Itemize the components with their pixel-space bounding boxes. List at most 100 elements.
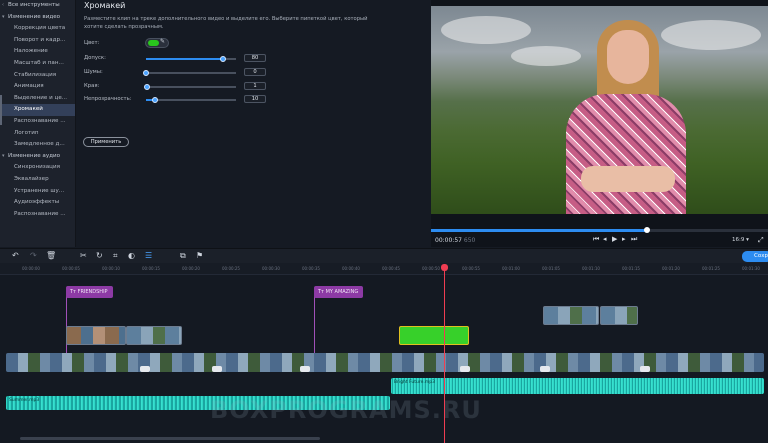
- overlay-clip[interactable]: [126, 326, 182, 345]
- color-picker[interactable]: ✎: [145, 38, 169, 48]
- ruler-tick-label: 00:00:15: [142, 266, 160, 271]
- prev-frame-icon[interactable]: ◂: [603, 235, 607, 243]
- ruler-tick-label: 00:00:25: [222, 266, 240, 271]
- playhead-handle[interactable]: [441, 264, 448, 271]
- tolerance-value[interactable]: 80: [244, 54, 266, 62]
- audio-clip[interactable]: Bright Future.mp3: [391, 378, 764, 394]
- delete-icon[interactable]: 🗑: [46, 251, 56, 261]
- tolerance-knob[interactable]: [219, 56, 226, 62]
- redo-icon[interactable]: ↷: [30, 251, 37, 261]
- noise-knob[interactable]: [143, 70, 149, 76]
- timeline-ruler[interactable]: 00:00:00 00:00:05 00:00:10 00:00:15 00:00:20…: [0, 263, 768, 275]
- sidebar-item-sync[interactable]: Синхронизация: [0, 162, 75, 174]
- transition-marker[interactable]: [540, 366, 550, 372]
- sidebar-item-zoom-pan[interactable]: Масштаб и пан...: [0, 58, 75, 70]
- chroma-key-clip[interactable]: [399, 326, 469, 345]
- video-frame[interactable]: [431, 6, 768, 214]
- title-clip[interactable]: Tт MY AMAZING: [314, 286, 363, 298]
- noise-value[interactable]: 0: [244, 68, 266, 76]
- timeline-toolbar: ↶ ↷ 🗑 ✂ ↻ ⌗ ◐ ☰ ⧉ ⚑ Сохр: [0, 248, 768, 263]
- overlay-clip[interactable]: [600, 306, 638, 325]
- opacity-slider[interactable]: [146, 99, 236, 101]
- export-button[interactable]: Сохр: [742, 251, 768, 262]
- skip-forward-icon[interactable]: ⏭: [631, 235, 637, 244]
- title-clip[interactable]: Tт FRIENDSHIP: [66, 286, 113, 298]
- sidebar-item-audio-effects[interactable]: Аудиоэффекты: [0, 197, 75, 209]
- opacity-label: Непрозрачность:: [84, 96, 132, 102]
- transition-icon[interactable]: ⧉: [180, 251, 186, 261]
- overlay-clip[interactable]: [543, 306, 599, 325]
- opacity-value[interactable]: 10: [244, 95, 266, 103]
- timeline-scrollbar[interactable]: [20, 437, 320, 440]
- ruler-tick-label: 00:01:00: [502, 266, 520, 271]
- transition-marker[interactable]: [212, 366, 222, 372]
- sidebar-group-video[interactable]: ▾ Изменение видео: [0, 12, 75, 24]
- noise-slider[interactable]: [146, 72, 236, 74]
- sidebar-item-highlight[interactable]: Выделение и це...: [0, 93, 75, 105]
- ruler-tick-label: 00:00:20: [182, 266, 200, 271]
- preview-player: 00:00:57 650 ⏮ ◂ ▶ ▸ ⏭ 16:9 ▾ ⤢: [431, 0, 768, 247]
- sidebar-item-label: Аудиоэффекты: [14, 199, 60, 206]
- sidebar-item-color-correction[interactable]: Коррекция цвета: [0, 23, 75, 35]
- sidebar-item-label: Выделение и це...: [14, 94, 68, 101]
- sidebar-item-animation[interactable]: Анимация: [0, 81, 75, 93]
- duration: 650: [463, 237, 476, 244]
- main-video-track[interactable]: [6, 353, 764, 372]
- sidebar-item-all-tools[interactable]: ‹ Все инструменты: [0, 0, 75, 12]
- ruler-tick-label: 00:00:00: [22, 266, 40, 271]
- ruler-tick-label: 00:00:50: [422, 266, 440, 271]
- sidebar-item-label: Распознавание ...: [14, 210, 66, 217]
- next-frame-icon[interactable]: ▸: [622, 235, 626, 243]
- sidebar-item-label: Изменение видео: [8, 13, 61, 20]
- cut-icon[interactable]: ✂: [80, 251, 87, 261]
- ruler-tick-label: 00:01:10: [582, 266, 600, 271]
- noise-label: Шумы:: [84, 69, 103, 75]
- sidebar-item-slow-motion[interactable]: Замедленное д...: [0, 139, 75, 151]
- sidebar-item-logo[interactable]: Логотип: [0, 128, 75, 140]
- sidebar-item-chroma-key[interactable]: Хромакей: [0, 104, 75, 116]
- sidebar-item-label: Эквалайзер: [14, 175, 49, 182]
- sidebar-item-rotate-crop[interactable]: Поворот и кадр...: [0, 35, 75, 47]
- eyedropper-icon[interactable]: ✎: [160, 38, 165, 45]
- sidebar-item-noise-removal[interactable]: Устранение шу...: [0, 186, 75, 198]
- cloud: [661, 20, 761, 50]
- rotate-icon[interactable]: ↻: [96, 251, 103, 261]
- tolerance-fill: [146, 58, 223, 60]
- undo-icon[interactable]: ↶: [12, 251, 19, 261]
- transition-marker[interactable]: [460, 366, 470, 372]
- overlay-clip[interactable]: [66, 326, 126, 345]
- sidebar-item-label: Масштаб и пан...: [14, 59, 64, 66]
- progress-handle[interactable]: [643, 227, 650, 233]
- transition-marker[interactable]: [640, 366, 650, 372]
- play-icon[interactable]: ▶: [612, 235, 617, 243]
- sidebar-item-stabilization[interactable]: Стабилизация: [0, 70, 75, 82]
- sidebar-item-label: Коррекция цвета: [14, 25, 66, 32]
- playhead[interactable]: [444, 265, 445, 443]
- transition-marker[interactable]: [300, 366, 310, 372]
- aspect-ratio-select[interactable]: 16:9 ▾: [732, 237, 749, 243]
- sidebar-group-audio[interactable]: ▾ Изменение аудио: [0, 151, 75, 163]
- sidebar-item-overlay[interactable]: Наложение: [0, 46, 75, 58]
- edges-slider[interactable]: [146, 86, 236, 88]
- skip-back-icon[interactable]: ⏮: [593, 235, 599, 244]
- fullscreen-icon[interactable]: ⤢: [758, 236, 764, 245]
- color-swatch: [148, 40, 159, 46]
- sidebar-item-recognition[interactable]: Распознавание ...: [0, 116, 75, 128]
- opacity-knob[interactable]: [152, 97, 158, 103]
- sidebar-scrollbar[interactable]: [0, 95, 2, 125]
- ruler-tick-label: 00:00:45: [382, 266, 400, 271]
- apply-button[interactable]: Применить: [83, 137, 129, 147]
- playback-progress[interactable]: [431, 227, 768, 233]
- sidebar-item-equalizer[interactable]: Эквалайзер: [0, 174, 75, 186]
- transition-marker[interactable]: [140, 366, 150, 372]
- crop-icon[interactable]: ⌗: [113, 251, 118, 261]
- sidebar-item-label: Наложение: [14, 48, 48, 55]
- sidebar-item-speech-recognition[interactable]: Распознавание ...: [0, 209, 75, 221]
- color-adjust-icon[interactable]: ◐: [128, 251, 135, 261]
- app-window: ‹ Все инструменты ▾ Изменение видео Коррек…: [0, 0, 768, 443]
- tolerance-label: Допуск:: [84, 55, 106, 61]
- marker-icon[interactable]: ⚑: [196, 251, 203, 261]
- clip-properties-icon[interactable]: ☰: [145, 251, 152, 261]
- edges-value[interactable]: 1: [244, 82, 266, 90]
- edges-knob[interactable]: [143, 84, 150, 90]
